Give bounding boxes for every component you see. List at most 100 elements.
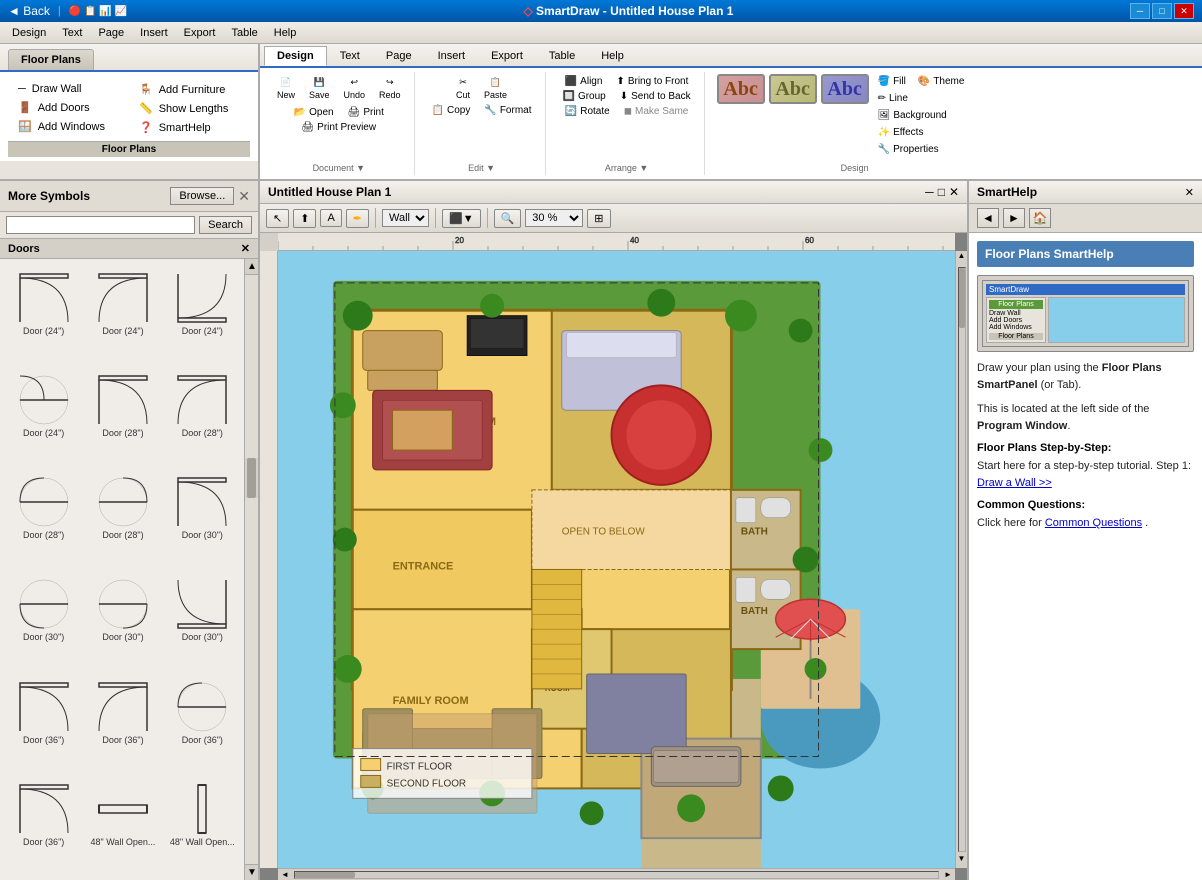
door-24-2[interactable]: Door (24") [85, 265, 160, 363]
tab-help[interactable]: Help [588, 46, 637, 66]
zoom-select[interactable]: 30 % 50 % 75 % 100 % [525, 209, 583, 227]
select-tool[interactable]: ↖ [266, 209, 289, 228]
wall-type-select[interactable]: Wall [382, 209, 429, 227]
search-input[interactable] [6, 216, 195, 234]
tab-text[interactable]: Text [327, 46, 373, 66]
theme-btn[interactable]: 🎨 Theme [913, 74, 970, 89]
tab-page[interactable]: Page [373, 46, 425, 66]
tab-table[interactable]: Table [536, 46, 588, 66]
wall-open-2[interactable]: 48" Wall Open... [165, 776, 240, 874]
fit-page-btn[interactable]: ⊞ [587, 209, 610, 228]
door-24-4[interactable]: Door (24") [6, 367, 81, 465]
canvas-content[interactable]: LIVING ROOM ENTRANCE FAMILY ROOM MASTER … [278, 251, 955, 868]
menu-table[interactable]: Table [223, 25, 265, 41]
restore-btn[interactable]: □ [1152, 3, 1172, 19]
draw-wall-item[interactable]: ─ Draw Wall [16, 82, 121, 96]
rotate-btn[interactable]: 🔄 Rotate [560, 104, 615, 119]
door-28-1[interactable]: Door (28") [85, 367, 160, 465]
minimize-btn[interactable]: ─ [1130, 3, 1150, 19]
save-btn[interactable]: 💾 Save [304, 74, 335, 103]
close-canvas-btn[interactable]: ✕ [949, 185, 959, 199]
line-btn[interactable]: ✏ Line [873, 91, 913, 106]
canvas-wrapper[interactable]: 20406080 [260, 233, 967, 880]
menu-help[interactable]: Help [266, 25, 305, 41]
cut-btn[interactable]: ✂ Cut [451, 74, 475, 103]
window-controls[interactable]: ─ □ ✕ [1130, 3, 1194, 19]
door-28-2[interactable]: Door (28") [165, 367, 240, 465]
close-category-icon[interactable]: ✕ [241, 242, 250, 255]
text-tool[interactable]: A [320, 209, 341, 227]
print-btn[interactable]: 🖨 Print [343, 105, 389, 120]
tab-export[interactable]: Export [478, 46, 536, 66]
canvas-header: Untitled House Plan 1 ─ □ ✕ [260, 181, 967, 204]
restore-canvas-btn[interactable]: □ [938, 185, 945, 199]
menu-design[interactable]: Design [4, 25, 54, 41]
door-24-1[interactable]: Door (24") [6, 265, 81, 363]
shape-tool[interactable]: ⬛▼ [442, 209, 481, 228]
close-btn[interactable]: ✕ [1174, 3, 1194, 19]
symbol-scrollbar[interactable]: ▲ ▼ [244, 259, 258, 880]
floor-plans-tab[interactable]: Floor Plans [8, 49, 94, 70]
door-30-3[interactable]: Door (30") [85, 571, 160, 669]
door-36-2[interactable]: Door (36") [85, 674, 160, 772]
common-questions-link[interactable]: Common Questions [1045, 517, 1142, 529]
tab-insert[interactable]: Insert [425, 46, 479, 66]
minimize-canvas-btn[interactable]: ─ [925, 185, 934, 199]
show-lengths-item[interactable]: 📏 Show Lengths [137, 101, 242, 116]
undo-btn[interactable]: ↩ Undo [339, 74, 371, 103]
browse-button[interactable]: Browse... [170, 187, 234, 205]
redo-btn[interactable]: ↪ Redo [374, 74, 406, 103]
properties-btn[interactable]: 🔧 Properties [873, 142, 944, 157]
menu-insert[interactable]: Insert [132, 25, 176, 41]
add-doors-item[interactable]: 🚪 Add Doors [16, 100, 121, 115]
pointer-tool[interactable]: ⬆ [293, 209, 316, 228]
door-36-4[interactable]: Door (36") [6, 776, 81, 874]
align-btn[interactable]: ⬛ Align [560, 74, 608, 89]
new-btn[interactable]: 📄 New [272, 74, 300, 103]
door-24-3[interactable]: Door (24") [165, 265, 240, 363]
print-preview-btn[interactable]: 🖨 Print Preview [296, 120, 381, 135]
door-30-1[interactable]: Door (30") [165, 469, 240, 567]
ruler-horizontal: 20406080 [278, 233, 955, 251]
tab-design[interactable]: Design [264, 46, 327, 66]
close-smarthelp-btn[interactable]: ✕ [1185, 186, 1194, 199]
paste-btn[interactable]: 📋 Paste [479, 74, 512, 103]
copy-btn[interactable]: 📋 Copy [427, 103, 476, 118]
menu-page[interactable]: Page [90, 25, 132, 41]
fill-btn[interactable]: 🪣 Fill [873, 74, 911, 89]
effects-btn[interactable]: ✨ Effects [873, 125, 929, 140]
door-30-2[interactable]: Door (30") [6, 571, 81, 669]
draw-wall-link[interactable]: Draw a Wall >> [977, 477, 1052, 489]
door-36-3[interactable]: Door (36") [165, 674, 240, 772]
door-36-1[interactable]: Door (36") [6, 674, 81, 772]
close-symbol-panel[interactable]: ✕ [238, 188, 250, 205]
door-28-3[interactable]: Door (28") [6, 469, 81, 567]
swatch-2[interactable]: Abc [769, 74, 817, 104]
menu-text[interactable]: Text [54, 25, 90, 41]
pen-tool[interactable]: ✒ [346, 209, 369, 228]
smarthelp-item[interactable]: ❓ SmartHelp [137, 120, 242, 135]
make-same-btn[interactable]: ◼ Make Same [619, 104, 694, 119]
menu-export[interactable]: Export [176, 25, 224, 41]
nav-forward-btn[interactable]: ► [1003, 208, 1025, 228]
swatch-3[interactable]: Abc [821, 74, 869, 104]
background-btn[interactable]: 🖼 Background [873, 108, 952, 123]
zoom-out-btn[interactable]: 🔍 [494, 209, 522, 228]
wall-open-1[interactable]: 48" Wall Open... [85, 776, 160, 874]
door-30-4[interactable]: Door (30") [165, 571, 240, 669]
add-furniture-item[interactable]: 🪑 Add Furniture [137, 82, 242, 97]
bring-front-btn[interactable]: ⬆ Bring to Front [611, 74, 693, 89]
send-back-btn[interactable]: ⬇ Send to Back [615, 89, 696, 104]
door-28-4[interactable]: Door (28") [85, 469, 160, 567]
search-button[interactable]: Search [199, 216, 252, 234]
group-btn[interactable]: 🔲 Group [558, 89, 611, 104]
nav-home-btn[interactable]: 🏠 [1029, 208, 1051, 228]
open-btn[interactable]: 📂 Open [289, 105, 339, 120]
nav-back-btn[interactable]: ◄ [977, 208, 999, 228]
format-btn[interactable]: 🔧 Format [479, 103, 536, 118]
nav-back-btn[interactable]: ◄ Back [8, 4, 50, 18]
vertical-scrollbar[interactable]: ▲ ▼ [955, 251, 967, 868]
swatch-1[interactable]: Abc [717, 74, 765, 104]
add-windows-item[interactable]: 🪟 Add Windows [16, 119, 121, 134]
horizontal-scrollbar[interactable]: ◄ ► [278, 868, 955, 880]
